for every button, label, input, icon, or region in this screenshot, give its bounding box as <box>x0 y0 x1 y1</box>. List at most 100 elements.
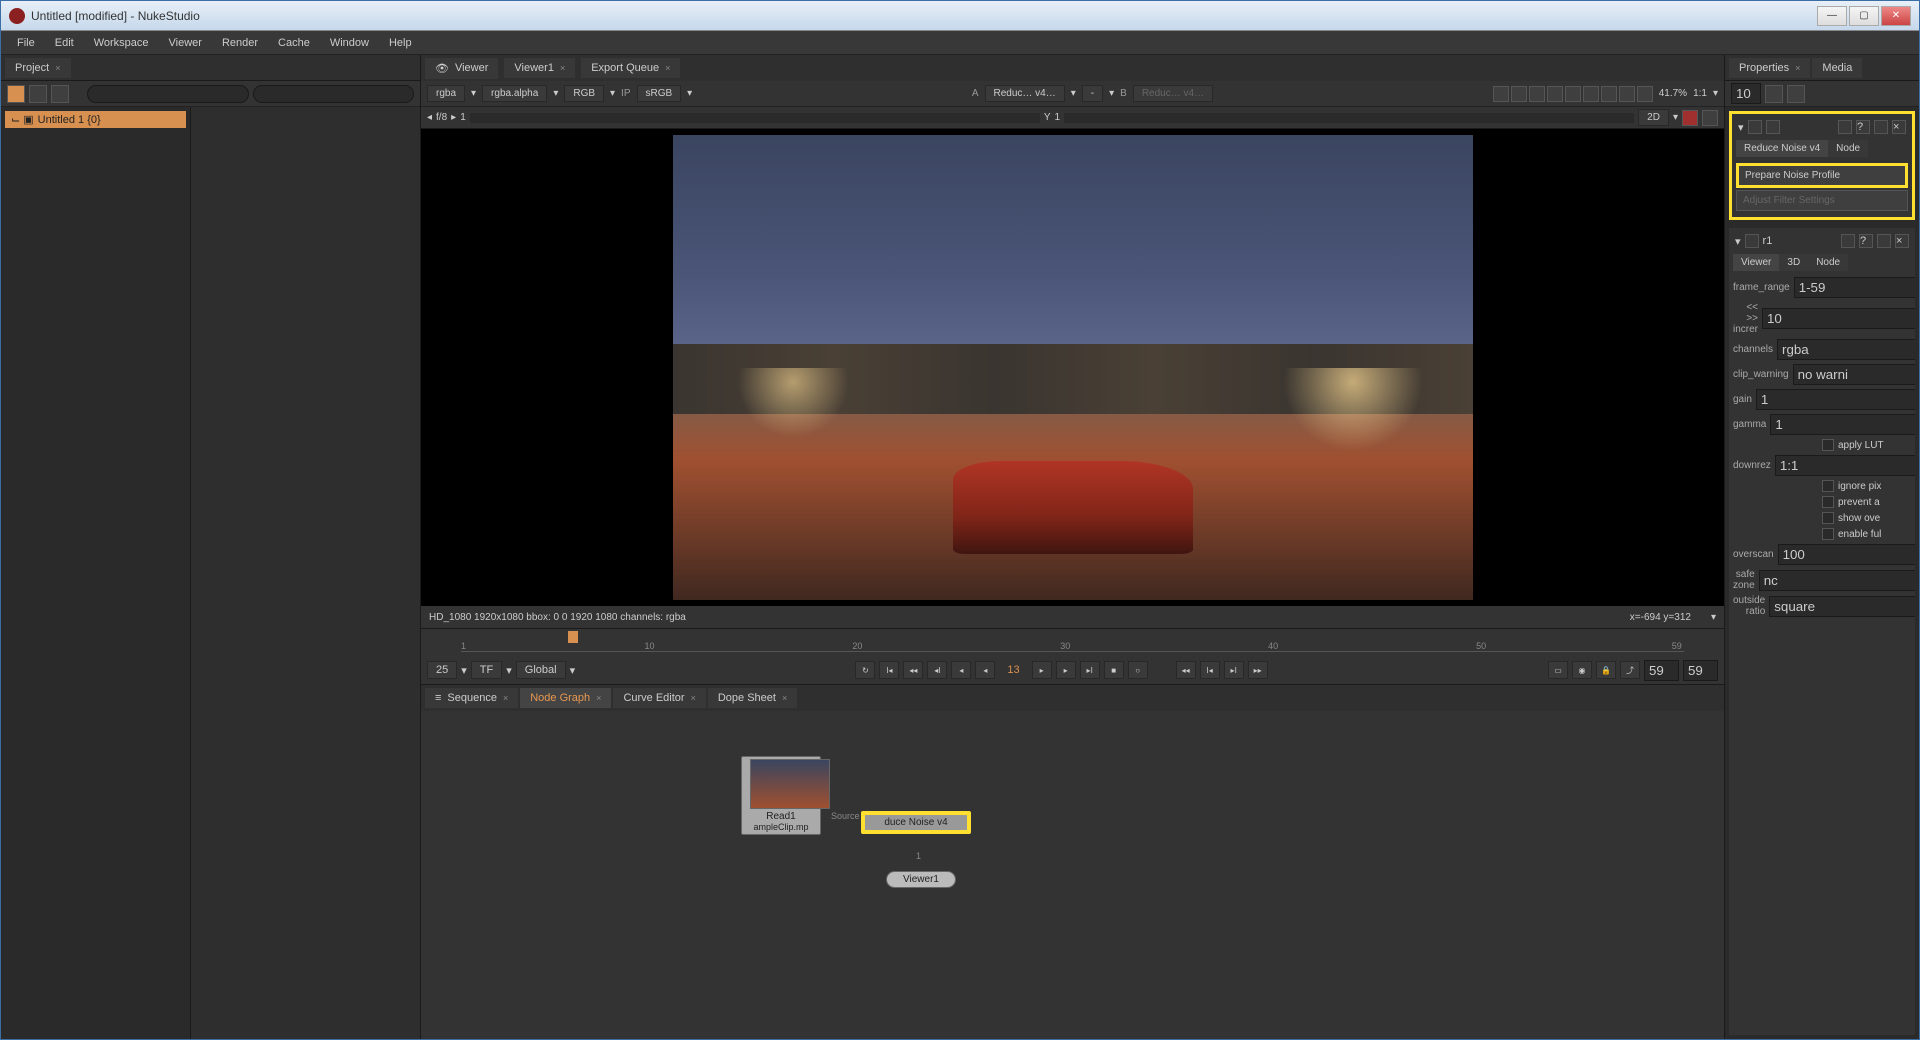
view-detail-icon[interactable] <box>51 85 69 103</box>
prev-key-button[interactable]: ◂◂ <box>903 661 923 679</box>
close-panel-icon[interactable]: × <box>1892 120 1906 134</box>
lock-icon[interactable] <box>1765 85 1783 103</box>
minimize-button[interactable]: — <box>1817 6 1847 26</box>
zoom-percent[interactable]: 41.7% <box>1659 88 1687 99</box>
tab-dope-sheet[interactable]: Dope Sheet × <box>708 688 797 708</box>
pause-icon[interactable] <box>1637 86 1653 102</box>
range-dropdown[interactable]: Global <box>516 661 566 679</box>
apply-lut-checkbox[interactable] <box>1822 439 1834 451</box>
colorspace-dropdown[interactable]: sRGB <box>637 85 682 102</box>
play-back-button[interactable]: ◂I <box>927 661 947 679</box>
search-input[interactable] <box>253 85 415 103</box>
record-icon[interactable] <box>1682 110 1698 126</box>
zoom-slider[interactable] <box>87 85 249 103</box>
gain-input[interactable] <box>1756 389 1915 410</box>
tab-sequence[interactable]: ≡ Sequence × <box>425 688 518 708</box>
gain-slider[interactable] <box>470 113 1040 123</box>
gamma-slider[interactable] <box>1064 113 1634 123</box>
props-tab-node[interactable]: Node <box>1828 140 1868 157</box>
close-icon[interactable]: × <box>782 693 787 703</box>
skip-back-button[interactable]: ◂◂ <box>1176 661 1196 679</box>
step-fwd-button[interactable]: ▸I <box>1080 661 1100 679</box>
safe-zone-dropdown[interactable] <box>1759 570 1915 591</box>
props-tab-viewer[interactable]: Viewer <box>1733 254 1779 271</box>
render-icon[interactable] <box>1619 86 1635 102</box>
edit-icon[interactable] <box>1841 234 1855 248</box>
view-mode-dropdown[interactable]: 2D <box>1638 109 1669 126</box>
fstop-value[interactable]: f/8 <box>436 112 447 123</box>
menu-cache[interactable]: Cache <box>268 33 320 53</box>
refresh-icon[interactable] <box>1601 86 1617 102</box>
clear-icon[interactable] <box>1787 85 1805 103</box>
center-icon[interactable] <box>1748 120 1762 134</box>
node-graph-canvas[interactable]: Read1 ampleClip.mp Source duce Noise v4 … <box>421 711 1724 1039</box>
close-icon[interactable]: × <box>55 63 60 73</box>
edit-icon[interactable] <box>1838 120 1852 134</box>
tab-properties[interactable]: Properties × <box>1729 58 1810 78</box>
in-point-button[interactable]: I◂ <box>1200 661 1220 679</box>
settings-icon[interactable] <box>1702 110 1718 126</box>
monitor-icon[interactable]: ▭ <box>1548 661 1568 679</box>
input-a-dropdown[interactable]: Reduc… v4… <box>985 85 1065 102</box>
menu-edit[interactable]: Edit <box>45 33 84 53</box>
revert-icon[interactable] <box>1877 234 1891 248</box>
project-tree[interactable]: ⌙ ▣ Untitled 1 {0} <box>1 107 191 1039</box>
fps-dropdown[interactable]: 25 <box>427 661 457 679</box>
tab-project[interactable]: Project × <box>5 58 71 78</box>
step-back-button[interactable]: ◂ <box>951 661 971 679</box>
increment-input[interactable] <box>1762 308 1915 329</box>
gamma-input[interactable] <box>1770 414 1915 435</box>
node-viewer1[interactable]: Viewer1 <box>886 871 956 888</box>
adjust-filter-settings-button[interactable]: Adjust Filter Settings <box>1736 190 1908 211</box>
clip-warning-dropdown[interactable] <box>1793 364 1915 385</box>
channels-input-1[interactable] <box>1777 339 1915 360</box>
channel-dropdown[interactable]: rgba <box>427 85 465 102</box>
props-count-input[interactable] <box>1731 83 1761 104</box>
end-frame-input[interactable] <box>1644 660 1679 681</box>
props-tab-node[interactable]: Node <box>1808 254 1848 271</box>
menu-workspace[interactable]: Workspace <box>84 33 159 53</box>
next-icon[interactable]: ▸ <box>451 112 456 123</box>
close-icon[interactable]: × <box>596 693 601 703</box>
menu-render[interactable]: Render <box>212 33 268 53</box>
center-icon[interactable] <box>1745 234 1759 248</box>
prevent-checkbox[interactable] <box>1822 496 1834 508</box>
out-point-button[interactable]: ▸I <box>1224 661 1244 679</box>
input-b-dropdown[interactable]: Reduc… v4… <box>1133 85 1213 102</box>
maximize-button[interactable]: ▢ <box>1849 6 1879 26</box>
collapse-icon[interactable]: ▾ <box>1735 235 1741 248</box>
enable-fullres-checkbox[interactable] <box>1822 528 1834 540</box>
tab-viewer[interactable]: 👁 Viewer <box>425 58 498 79</box>
export-icon[interactable]: ⤴ <box>1620 661 1640 679</box>
lock-icon[interactable]: 🔒 <box>1596 661 1616 679</box>
prepare-noise-profile-button[interactable]: Prepare Noise Profile <box>1736 163 1908 188</box>
close-icon[interactable]: × <box>1795 63 1800 73</box>
proxy-icon[interactable] <box>1529 86 1545 102</box>
overscan-input[interactable] <box>1778 544 1915 565</box>
chevron-down-icon[interactable]: ▾ <box>1691 612 1716 623</box>
tab-node-graph[interactable]: Node Graph × <box>520 688 611 708</box>
tf-dropdown[interactable]: TF <box>471 661 502 679</box>
props-tab-3d[interactable]: 3D <box>1779 254 1808 271</box>
close-panel-icon[interactable]: × <box>1895 234 1909 248</box>
ignore-pix-checkbox[interactable] <box>1822 480 1834 492</box>
y-value[interactable]: 1 <box>1055 112 1061 123</box>
skip-fwd-button[interactable]: ▸▸ <box>1248 661 1268 679</box>
revert-icon[interactable] <box>1874 120 1888 134</box>
loop-icon[interactable]: ↻ <box>855 661 875 679</box>
overlay-icon[interactable] <box>1493 86 1509 102</box>
menu-file[interactable]: File <box>7 33 45 53</box>
wipe-dropdown[interactable]: - <box>1082 85 1103 102</box>
end-frame-input-2[interactable] <box>1683 660 1718 681</box>
tab-export-queue[interactable]: Export Queue × <box>581 58 680 78</box>
help-icon[interactable]: ? <box>1856 120 1870 134</box>
timeline[interactable]: 1 10 20 30 40 50 59 <box>421 629 1724 656</box>
roi-icon[interactable] <box>1511 86 1527 102</box>
node-read1[interactable]: Read1 ampleClip.mp <box>741 756 821 835</box>
help-icon[interactable]: ? <box>1859 234 1873 248</box>
viewer-canvas[interactable]: HD_1080 <box>421 129 1724 606</box>
clip-icon[interactable] <box>1547 86 1563 102</box>
next-frame-button[interactable]: ▸ <box>1056 661 1076 679</box>
node-reduce-noise[interactable]: duce Noise v4 <box>861 811 971 834</box>
zoom-ratio[interactable]: 1:1 <box>1693 88 1707 99</box>
